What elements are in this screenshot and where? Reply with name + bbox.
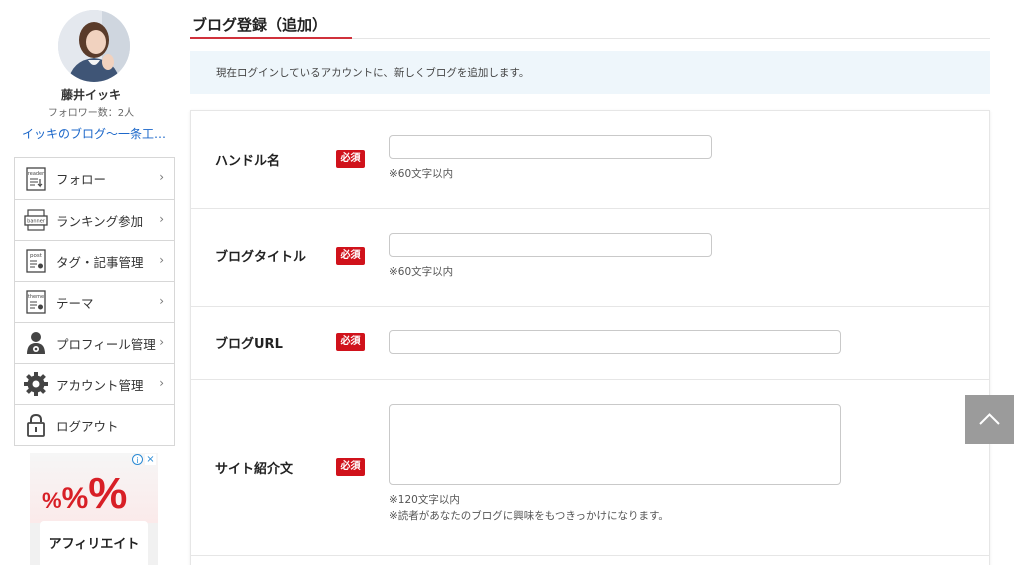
lock-icon: [24, 413, 48, 437]
form-row-blog-url: ブログURL 必須: [191, 307, 989, 380]
field-label: ブログURL: [215, 337, 283, 352]
field-label: サイト紹介文: [215, 462, 294, 477]
banner-icon: banner: [24, 208, 48, 232]
sidebar-item-follow[interactable]: reader フォロー ›: [15, 158, 174, 199]
sidebar-item-label: テーマ: [56, 295, 94, 311]
field-note: ※120文字以内 ※読者があなたのブログに興味をもつきっかけになります。: [389, 492, 841, 524]
sidebar-item-label: ランキング参加: [56, 213, 144, 229]
field-note: ※60文字以内: [389, 168, 454, 180]
person-icon: [24, 331, 48, 355]
field-note-line: ※読者があなたのブログに興味をもつきっかけになります。: [389, 510, 669, 522]
ad-headline: %%%: [42, 469, 127, 519]
field-wrapper: [389, 330, 841, 354]
field-wrapper: ※60文字以内: [389, 135, 712, 182]
blog-url-input[interactable]: [389, 330, 841, 354]
sidebar-item-label: アカウント管理: [56, 377, 144, 393]
ad-text: アフィリエイト: [48, 537, 140, 552]
blog-form: ハンドル名 必須 ※60文字以内 ブログタイトル 必須 ※60文字以内 ブログU…: [190, 110, 990, 565]
chevron-right-icon: ›: [159, 335, 164, 349]
chevron-right-icon: ›: [159, 376, 164, 390]
field-label: ハンドル名: [215, 154, 281, 169]
sidebar-item-label: プロフィール管理: [56, 336, 156, 352]
reader-icon: reader: [24, 166, 48, 191]
field-note-line: ※120文字以内: [389, 494, 460, 506]
sidebar-item-theme[interactable]: theme テーマ ›: [15, 281, 174, 322]
sidebar-item-account[interactable]: アカウント管理 ›: [15, 363, 174, 404]
title-underline: [190, 37, 352, 39]
field-note: ※60文字以内: [389, 266, 454, 278]
chevron-right-icon: ›: [159, 294, 164, 308]
avatar[interactable]: [58, 10, 130, 82]
field-wrapper: ※120文字以内 ※読者があなたのブログに興味をもつきっかけになります。: [389, 404, 841, 524]
main-content: ブログ登録（追加） 現在ログインしているアカウントに、新しくブログを追加します。…: [190, 0, 990, 565]
ad-info-icon[interactable]: i: [132, 454, 143, 465]
post-icon: post: [24, 249, 48, 273]
form-row-handle: ハンドル名 必須 ※60文字以内: [191, 111, 989, 209]
theme-icon-text: theme: [28, 294, 44, 300]
site-description-textarea[interactable]: [389, 404, 841, 485]
reader-icon-text: reader: [28, 171, 45, 177]
back-to-top-button[interactable]: [965, 395, 1014, 444]
sidebar: 藤井イッキ フォロワー数：2人 イッキのブログ〜一条工… reader フォロー: [0, 0, 182, 565]
sidebar-item-label: ログアウト: [56, 418, 119, 434]
notice-text: 現在ログインしているアカウントに、新しくブログを追加します。: [216, 67, 530, 79]
sidebar-item-logout[interactable]: ログアウト: [15, 404, 174, 445]
ad-percent-medium: %: [61, 482, 89, 515]
required-badge: 必須: [336, 150, 365, 168]
chevron-right-icon: ›: [159, 212, 164, 226]
required-badge: 必須: [336, 247, 365, 265]
required-badge: 必須: [336, 333, 365, 351]
ad-percent-small: %: [42, 488, 62, 513]
ad-badge[interactable]: i ×: [132, 454, 156, 465]
handle-name-input[interactable]: [389, 135, 712, 159]
page: 藤井イッキ フォロワー数：2人 イッキのブログ〜一条工… reader フォロー: [0, 0, 1024, 565]
chevron-right-icon: ›: [159, 170, 164, 184]
ad-close-icon[interactable]: ×: [145, 454, 156, 465]
ad-percent-large: %: [88, 469, 128, 518]
post-icon-text: post: [30, 253, 43, 259]
follower-count: フォロワー数：2人: [47, 108, 135, 119]
theme-icon: theme: [24, 290, 48, 314]
blog-title-input[interactable]: [389, 233, 712, 257]
field-wrapper: ※60文字以内: [389, 233, 712, 280]
form-row-blog-title: ブログタイトル 必須 ※60文字以内: [191, 209, 989, 307]
blog-link[interactable]: イッキのブログ〜一条工…: [22, 125, 172, 142]
sidebar-item-profile[interactable]: プロフィール管理 ›: [15, 322, 174, 363]
form-row-site-description: サイト紹介文 必須 ※120文字以内 ※読者があなたのブログに興味をもつきっかけ…: [191, 380, 989, 556]
banner-icon-text: banner: [27, 219, 46, 225]
field-label: ブログタイトル: [215, 250, 307, 265]
sidebar-menu: reader フォロー › banner ランキング参加 › post タグ・記…: [14, 157, 175, 446]
chevron-up-icon: [979, 413, 1000, 425]
sidebar-item-tag-article[interactable]: post タグ・記事管理 ›: [15, 240, 174, 281]
page-title: ブログ登録（追加）: [192, 16, 328, 34]
gear-icon: [24, 372, 48, 396]
sidebar-item-label: タグ・記事管理: [56, 254, 144, 270]
sidebar-item-ranking[interactable]: banner ランキング参加 ›: [15, 199, 174, 240]
ad-banner[interactable]: i × %%% アフィリエイト: [30, 453, 158, 565]
notice-box: 現在ログインしているアカウントに、新しくブログを追加します。: [190, 51, 990, 94]
profile-name: 藤井イッキ: [60, 88, 121, 102]
required-badge: 必須: [336, 458, 365, 476]
chevron-right-icon: ›: [159, 253, 164, 267]
sidebar-item-label: フォロー: [56, 172, 107, 187]
